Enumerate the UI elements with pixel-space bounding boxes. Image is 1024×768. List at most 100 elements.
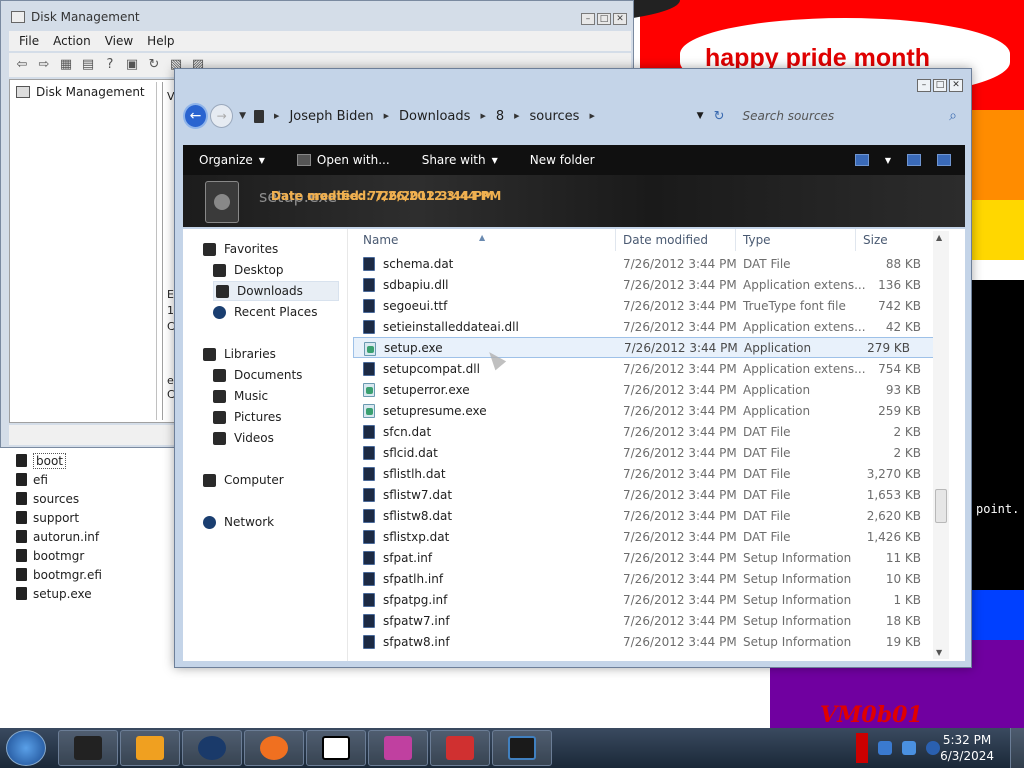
preview-pane-icon[interactable] — [907, 154, 921, 166]
file-row[interactable]: sflistw8.dat 7/26/2012 3:44 PM DAT File 2,6… — [353, 505, 949, 526]
file-row[interactable]: segoeui.ttf 7/26/2012 3:44 PM TrueType fon… — [353, 295, 949, 316]
back-button[interactable]: ← — [183, 103, 209, 129]
console-tree-icon[interactable]: ▦ — [57, 57, 75, 73]
dm-tree-disk-management[interactable]: Disk Management — [12, 82, 156, 102]
taskbar-media-player[interactable] — [120, 730, 180, 766]
taskbar-firefox[interactable] — [244, 730, 304, 766]
nav-computer[interactable]: Computer — [203, 470, 284, 490]
breadcrumb-separator-icon[interactable]: ▶ — [274, 112, 279, 120]
file-row[interactable]: sfcn.dat 7/26/2012 3:44 PM DAT File 2 KB — [353, 421, 949, 442]
column-divider[interactable] — [735, 229, 736, 251]
nav-network[interactable]: Network — [203, 512, 274, 532]
nav-music[interactable]: Music — [213, 386, 268, 406]
volume-icon[interactable] — [926, 741, 940, 755]
file-row[interactable]: sfpatpg.inf 7/26/2012 3:44 PM Setup Inform… — [353, 589, 949, 610]
column-date-header[interactable]: Date modified — [623, 233, 708, 247]
forward-arrow-icon[interactable]: ⇨ — [35, 57, 53, 73]
file-row[interactable]: setupcompat.dll 7/26/2012 3:44 PM Applicat… — [353, 358, 949, 379]
file-row[interactable]: setieinstalleddateai.dll 7/26/2012 3:44 P… — [353, 316, 949, 337]
taskbar-paint-app[interactable] — [368, 730, 428, 766]
share-with-button[interactable]: Share with ▼ — [406, 145, 514, 175]
taskbar-browser-sphere[interactable] — [182, 730, 242, 766]
scroll-up-icon[interactable]: ▲ — [936, 233, 942, 242]
taskbar-monitor-app[interactable] — [492, 730, 552, 766]
change-view-icon[interactable] — [854, 154, 869, 166]
desktop-item-bootmgr-efi[interactable]: bootmgr.efi — [16, 565, 176, 584]
desktop-item-support[interactable]: support — [16, 508, 176, 527]
refresh-icon[interactable]: ↻ — [714, 109, 725, 124]
explorer-minimize-button[interactable]: – — [917, 79, 931, 92]
column-divider[interactable] — [615, 229, 616, 251]
file-row[interactable]: setup.exe 7/26/2012 3:44 PM Application 279… — [353, 337, 939, 358]
explorer-close-button[interactable]: ✕ — [949, 79, 963, 92]
breadcrumb-downloads[interactable]: Downloads — [399, 109, 470, 124]
dm-menu-view[interactable]: View — [105, 34, 133, 48]
desktop-item-bootmgr[interactable]: bootmgr — [16, 546, 176, 565]
back-arrow-icon[interactable]: ⇦ — [13, 57, 31, 73]
column-type-header[interactable]: Type — [743, 233, 771, 247]
desktop-item-autorun[interactable]: autorun.inf — [16, 527, 176, 546]
breadcrumb-separator-icon[interactable]: ▶ — [384, 112, 389, 120]
forward-button[interactable]: → — [210, 104, 234, 128]
nav-favorites[interactable]: Favorites — [203, 239, 278, 259]
nav-documents[interactable]: Documents — [213, 365, 302, 385]
network-tray-icon[interactable] — [902, 741, 916, 755]
start-button[interactable] — [6, 730, 46, 766]
file-row[interactable]: sfpat.inf 7/26/2012 3:44 PM Setup Informat… — [353, 547, 949, 568]
file-row[interactable]: sflcid.dat 7/26/2012 3:44 PM DAT File 2 KB — [353, 442, 949, 463]
desktop-item-setup[interactable]: setup.exe — [16, 584, 176, 603]
clock[interactable]: 5:32 PM 6/3/2024 — [940, 732, 994, 764]
nav-recent-places[interactable]: Recent Places — [213, 302, 317, 322]
dm-maximize-button[interactable]: □ — [597, 13, 611, 25]
column-divider[interactable] — [855, 229, 856, 251]
nav-libraries[interactable]: Libraries — [203, 344, 276, 364]
address-dropdown-icon[interactable]: ▼ — [697, 111, 704, 121]
nav-videos[interactable]: Videos — [213, 428, 274, 448]
file-row[interactable]: sfpatw8.inf 7/26/2012 3:44 PM Setup Inform… — [353, 631, 949, 652]
file-row[interactable]: sflistxp.dat 7/26/2012 3:44 PM DAT File 1,4… — [353, 526, 949, 547]
file-row[interactable]: setupresume.exe 7/26/2012 3:44 PM Applicat… — [353, 400, 949, 421]
scroll-down-icon[interactable]: ▼ — [936, 648, 942, 657]
help-icon[interactable]: ? — [101, 57, 119, 73]
file-row[interactable]: sfpatlh.inf 7/26/2012 3:44 PM Setup Inform… — [353, 568, 949, 589]
desktop-item-boot[interactable]: boot — [16, 451, 176, 470]
column-size-header[interactable]: Size — [863, 233, 888, 247]
search-input[interactable]: Search sources ⌕ — [735, 103, 965, 129]
nav-downloads[interactable]: Downloads — [213, 281, 339, 301]
breadcrumb-separator-icon[interactable]: ▶ — [514, 112, 519, 120]
nav-pictures[interactable]: Pictures — [213, 407, 282, 427]
explorer-window[interactable]: – □ ✕ ← → ▼ ▶ Joseph Biden ▶ Downloads ▶… — [174, 68, 972, 668]
dm-menu-help[interactable]: Help — [147, 34, 174, 48]
dm-minimize-button[interactable]: – — [581, 13, 595, 25]
file-row[interactable]: sdbapiu.dll 7/26/2012 3:44 PM Application … — [353, 274, 949, 295]
nav-desktop[interactable]: Desktop — [213, 260, 284, 280]
breadcrumb-separator-icon[interactable]: ▶ — [480, 112, 485, 120]
refresh-icon[interactable]: ↻ — [145, 57, 163, 73]
open-with-button[interactable]: Open with... — [281, 145, 406, 175]
column-name-header[interactable]: Name — [363, 233, 398, 247]
organize-button[interactable]: Organize ▼ — [183, 145, 281, 175]
vertical-scrollbar[interactable]: ▲ ▼ — [933, 231, 949, 659]
desktop-item-sources[interactable]: sources — [16, 489, 176, 508]
search-icon[interactable]: ⌕ — [949, 108, 957, 124]
file-row[interactable]: schema.dat 7/26/2012 3:44 PM DAT File 88 KB — [353, 253, 949, 274]
dm-close-button[interactable]: ✕ — [613, 13, 627, 25]
file-row[interactable]: sfpatw7.inf 7/26/2012 3:44 PM Setup Inform… — [353, 610, 949, 631]
explorer-maximize-button[interactable]: □ — [933, 79, 947, 92]
taskbar-toolbox-app[interactable] — [430, 730, 490, 766]
breadcrumb-sources[interactable]: sources — [530, 109, 580, 124]
file-row[interactable]: setuperror.exe 7/26/2012 3:44 PM Applicati… — [353, 379, 949, 400]
shield-icon[interactable] — [878, 741, 892, 755]
help-icon[interactable] — [937, 154, 951, 166]
dm-menu-file[interactable]: File — [19, 34, 39, 48]
properties-icon[interactable]: ▤ — [79, 57, 97, 73]
show-desktop-button[interactable] — [1010, 728, 1024, 768]
breadcrumb-separator-icon[interactable]: ▶ — [589, 112, 594, 120]
tray-overflow-icon[interactable] — [856, 733, 868, 763]
dm-menu-action[interactable]: Action — [53, 34, 91, 48]
file-row[interactable]: sflistw7.dat 7/26/2012 3:44 PM DAT File 1,6… — [353, 484, 949, 505]
desktop-item-efi[interactable]: efi — [16, 470, 176, 489]
breadcrumb-8[interactable]: 8 — [496, 109, 504, 124]
recent-pages-dropdown[interactable]: ▼ — [239, 111, 246, 121]
file-row[interactable]: sflistlh.dat 7/26/2012 3:44 PM DAT File 3,2… — [353, 463, 949, 484]
